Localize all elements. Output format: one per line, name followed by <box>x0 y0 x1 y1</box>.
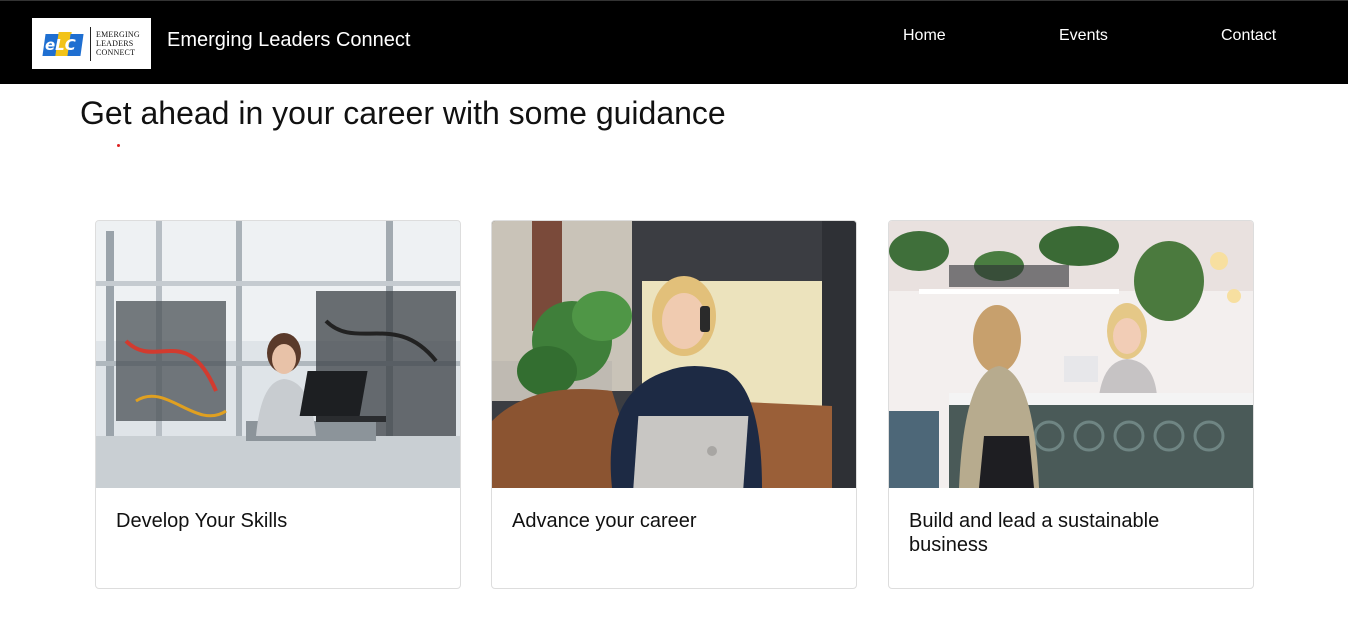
logo-wordmark: EMERGING LEADERS CONNECT <box>96 30 140 57</box>
card-title[interactable]: Develop Your Skills <box>116 509 436 533</box>
logo-word-1: EMERGING <box>96 30 140 39</box>
card-advance-career[interactable]: Advance your career <box>491 220 857 589</box>
nav-link-home[interactable]: Home <box>903 27 946 45</box>
card-title[interactable]: Advance your career <box>512 509 832 533</box>
nav-link-events[interactable]: Events <box>1059 27 1108 45</box>
card-sustainable-business[interactable]: Build and lead a sustainable business <box>888 220 1254 589</box>
decorative-dot <box>117 144 120 147</box>
cafe-counter-photo <box>889 221 1253 488</box>
woman-on-phone-photo <box>492 221 856 488</box>
engineer-at-laptop-photo <box>96 221 460 488</box>
logo-word-2: LEADERS <box>96 39 134 48</box>
site-title[interactable]: Emerging Leaders Connect <box>167 29 410 52</box>
logo-word-3: CONNECT <box>96 48 136 57</box>
logo-mark-text: eLC <box>45 35 76 54</box>
card-develop-skills[interactable]: Develop Your Skills <box>95 220 461 589</box>
nav-link-contact[interactable]: Contact <box>1221 27 1276 45</box>
logo-divider <box>90 26 91 61</box>
top-navbar: eLC EMERGING LEADERS CONNECT Emerging Le… <box>0 0 1348 84</box>
elc-logo[interactable]: eLC EMERGING LEADERS CONNECT <box>32 18 151 69</box>
page-headline: Get ahead in your career with some guida… <box>80 95 726 131</box>
elc-logo-mark: eLC <box>42 30 84 58</box>
card-title[interactable]: Build and lead a sustainable business <box>909 509 1229 557</box>
